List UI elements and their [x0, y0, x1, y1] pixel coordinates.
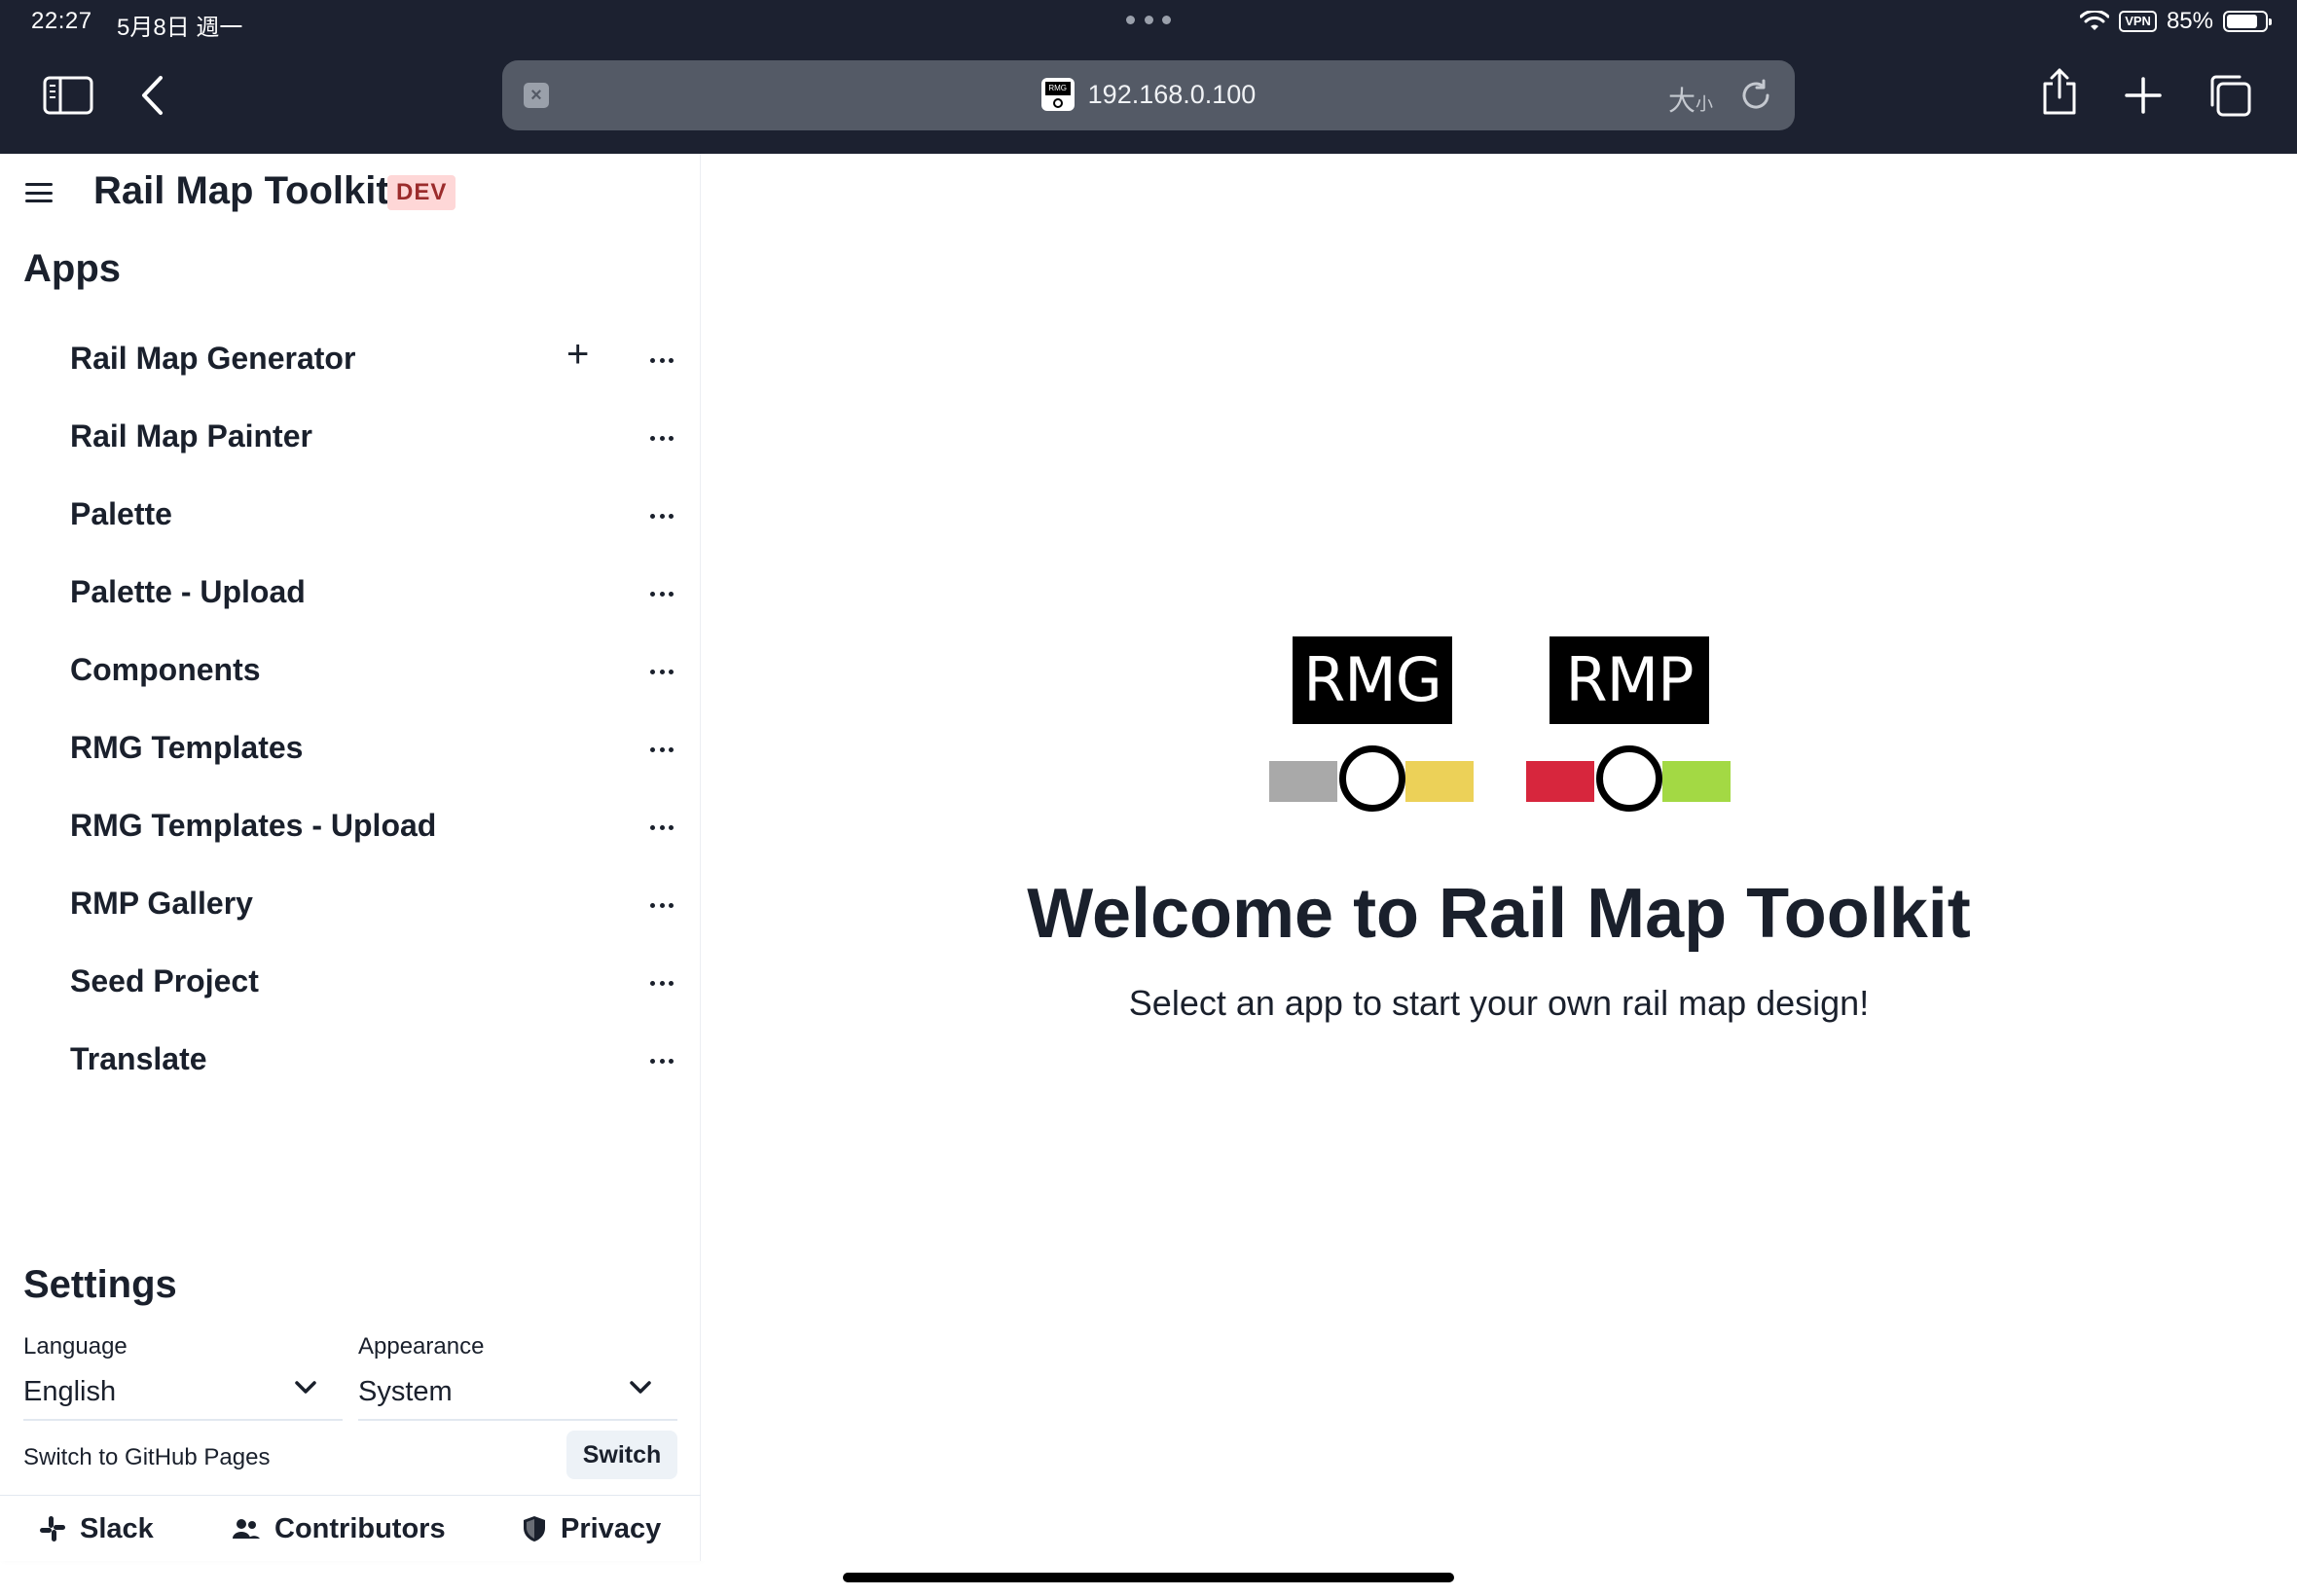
appearance-value: System [358, 1376, 453, 1407]
app-item-label: RMG Templates - Upload [70, 808, 437, 843]
app-item-label: Rail Map Painter [70, 418, 312, 453]
status-date: 5月8日 週一 [117, 15, 243, 41]
more-options-icon[interactable] [642, 893, 681, 917]
app-item[interactable]: Components [0, 633, 701, 710]
sidebar-footer: Slack Contributors Privacy [0, 1495, 701, 1561]
apps-list: Rail Map Generator + Rail Map Painter Palet… [0, 321, 701, 1100]
url-text: 192.168.0.100 [1087, 79, 1257, 109]
wifi-icon [2080, 11, 2110, 30]
reload-icon[interactable] [1738, 78, 1773, 118]
welcome-heading: Welcome to Rail Map Toolkit [1027, 875, 1971, 953]
app-item[interactable]: Rail Map Generator + [0, 321, 701, 399]
app-item-label: Translate [70, 1041, 207, 1076]
dev-badge: DEV [387, 175, 456, 210]
new-tab-icon[interactable] [2122, 68, 2165, 123]
settings-heading: Settings [23, 1263, 177, 1306]
people-icon [233, 1519, 260, 1539]
app-item[interactable]: RMG Templates [0, 710, 701, 788]
rmp-logo-text: RMP [1550, 636, 1709, 724]
app-item[interactable]: Rail Map Painter [0, 399, 701, 477]
contributors-link[interactable]: Contributors [232, 1496, 446, 1562]
more-options-icon[interactable] [642, 504, 681, 527]
app-item[interactable]: Palette [0, 477, 701, 555]
chevron-down-icon [630, 1381, 651, 1394]
more-options-icon[interactable] [642, 971, 681, 995]
slack-link[interactable]: Slack [39, 1496, 154, 1562]
chevron-down-icon [295, 1381, 316, 1394]
language-value: English [23, 1376, 117, 1407]
add-icon[interactable]: + [566, 335, 589, 374]
more-options-icon[interactable] [642, 582, 681, 605]
more-options-icon[interactable] [642, 660, 681, 683]
back-icon[interactable] [134, 68, 169, 123]
slack-icon [40, 1516, 65, 1542]
contributors-label: Contributors [274, 1512, 446, 1544]
battery-percent: 85% [2166, 8, 2213, 34]
more-options-icon[interactable] [642, 816, 681, 839]
menu-icon[interactable] [25, 183, 53, 202]
app-item[interactable]: Seed Project [0, 944, 701, 1022]
tab-overview-icon[interactable] [2206, 68, 2254, 123]
status-time: 22:27 [31, 8, 92, 34]
welcome-subtitle: Select an app to start your own rail map… [1128, 983, 1870, 1023]
main-content: RMG RMP Welcome to Rail Map Toolkit Sele… [701, 154, 2297, 1561]
rmg-logo: RMG [1269, 636, 1474, 812]
sidebar: Rail Map Toolkit DEV Apps Rail Map Gener… [0, 154, 701, 1561]
multitasking-dots-icon[interactable] [1126, 10, 1171, 29]
github-pages-label: Switch to GitHub Pages [23, 1444, 271, 1470]
app-item[interactable]: Palette - Upload [0, 555, 701, 633]
slack-label: Slack [80, 1512, 154, 1544]
app-item-label: RMP Gallery [70, 886, 253, 921]
privacy-label: Privacy [561, 1512, 662, 1544]
app-item[interactable]: Translate [0, 1022, 701, 1100]
share-icon[interactable] [2038, 64, 2081, 119]
app-item-label: RMG Templates [70, 730, 304, 765]
more-options-icon[interactable] [642, 348, 681, 372]
app-item-label: Palette - Upload [70, 574, 306, 609]
language-select[interactable]: English [23, 1366, 343, 1421]
sidebar-header: Rail Map Toolkit DEV [0, 154, 701, 232]
home-indicator[interactable] [843, 1573, 1454, 1582]
app-item[interactable]: RMG Templates - Upload [0, 788, 701, 866]
browser-chrome: 22:27 5月8日 週一 VPN 85% × RMG 192.168.0.10… [0, 0, 2297, 154]
address-bar[interactable]: × RMG 192.168.0.100 大小 [502, 60, 1795, 130]
sidebar-toggle-icon[interactable] [41, 68, 95, 123]
switch-button[interactable]: Switch [566, 1431, 677, 1479]
apps-heading: Apps [23, 247, 121, 290]
app-item-label: Components [70, 652, 261, 687]
more-options-icon[interactable] [642, 1049, 681, 1072]
app-item-label: Palette [70, 496, 172, 531]
appearance-select[interactable]: System [358, 1366, 677, 1421]
vpn-badge: VPN [2119, 11, 2157, 32]
rmg-logo-text: RMG [1293, 636, 1452, 724]
app-item-label: Seed Project [70, 963, 259, 998]
appearance-label: Appearance [358, 1333, 485, 1360]
privacy-link[interactable]: Privacy [522, 1496, 661, 1562]
language-label: Language [23, 1333, 128, 1360]
battery-icon [2223, 11, 2272, 32]
text-size-button[interactable]: 大小 [1668, 80, 1713, 119]
site-favicon: RMG [1040, 78, 1075, 111]
app-item-label: Rail Map Generator [70, 341, 356, 376]
shield-icon [524, 1516, 545, 1542]
status-indicators: VPN 85% [2080, 8, 2272, 35]
more-options-icon[interactable] [642, 426, 681, 450]
app-item[interactable]: RMP Gallery [0, 866, 701, 944]
more-options-icon[interactable] [642, 738, 681, 761]
rmp-logo: RMP [1526, 636, 1731, 812]
app-title: Rail Map Toolkit [93, 169, 389, 212]
